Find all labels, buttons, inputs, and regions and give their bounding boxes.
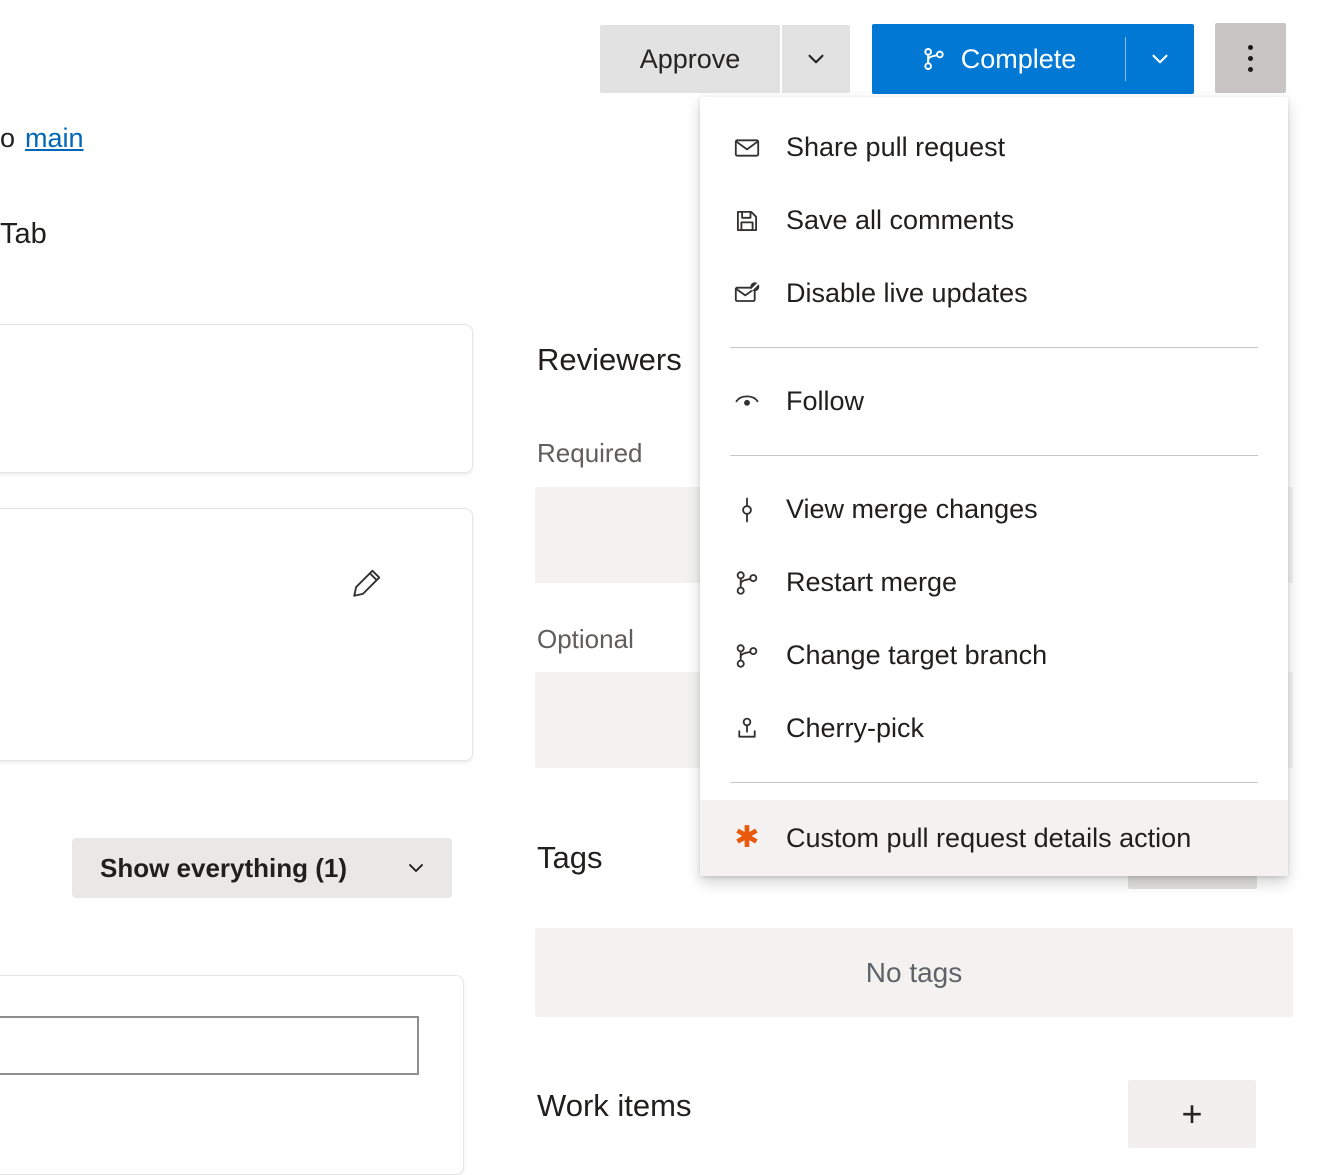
menu-item-label: Change target branch (786, 640, 1047, 671)
menu-item-restart-merge[interactable]: Restart merge (700, 546, 1288, 619)
edit-button[interactable] (342, 560, 392, 610)
branch-prefix: o (0, 123, 15, 153)
approve-button[interactable]: Approve (600, 25, 780, 93)
branch-icon (732, 568, 762, 598)
menu-item-label: View merge changes (786, 494, 1038, 525)
work-items-title: Work items (537, 1088, 691, 1124)
more-actions-menu: Share pull request Save all comments Dis… (700, 97, 1288, 876)
menu-item-cherry-pick[interactable]: Cherry-pick (700, 692, 1288, 765)
menu-item-save-all-comments[interactable]: Save all comments (700, 184, 1288, 257)
menu-item-label: Save all comments (786, 205, 1014, 236)
show-everything-label: Show everything (1) (100, 853, 347, 884)
asterisk-icon: ✱ (732, 823, 762, 853)
description-card (0, 324, 473, 473)
comment-card (0, 975, 464, 1175)
branch-icon (732, 641, 762, 671)
menu-divider (730, 455, 1258, 456)
menu-item-follow[interactable]: Follow (700, 365, 1288, 438)
menu-item-change-target-branch[interactable]: Change target branch (700, 619, 1288, 692)
show-everything-dropdown[interactable]: Show everything (1) (72, 838, 452, 898)
comment-input[interactable] (0, 1016, 419, 1075)
no-tags-box: No tags (535, 928, 1293, 1017)
menu-item-label: Follow (786, 386, 864, 417)
tags-title: Tags (537, 840, 602, 876)
plus-icon: + (1181, 1093, 1202, 1135)
details-card (0, 508, 473, 761)
branch-link[interactable]: main (25, 123, 84, 153)
more-actions-button[interactable] (1215, 23, 1286, 93)
menu-item-share-pull-request[interactable]: Share pull request (700, 111, 1288, 184)
add-work-item-button[interactable]: + (1128, 1080, 1256, 1148)
no-tags-label: No tags (866, 957, 963, 989)
complete-options-button[interactable] (1126, 24, 1194, 94)
menu-divider (730, 347, 1258, 348)
reviewers-title: Reviewers (537, 342, 682, 378)
menu-item-label: Share pull request (786, 132, 1005, 163)
menu-item-label: Cherry-pick (786, 713, 924, 744)
tab-label: Tab (0, 218, 47, 251)
target-branch-line: omain (0, 123, 84, 154)
branch-icon (921, 46, 947, 72)
menu-item-label: Disable live updates (786, 278, 1028, 309)
mail-icon (732, 133, 762, 163)
save-icon (732, 206, 762, 236)
menu-item-label: Custom pull request details action (786, 823, 1191, 854)
menu-item-custom-pull-request-details-action[interactable]: ✱ Custom pull request details action (700, 800, 1288, 876)
commit-icon (732, 495, 762, 525)
chevron-down-icon (404, 856, 428, 880)
required-reviewers-label: Required (537, 438, 643, 469)
kebab-icon (1248, 45, 1253, 50)
cherry-pick-icon (732, 714, 762, 744)
complete-button[interactable]: Complete (872, 24, 1125, 94)
menu-divider (730, 782, 1258, 783)
chevron-down-icon (803, 46, 829, 72)
complete-split-button: Complete (872, 24, 1194, 94)
menu-item-disable-live-updates[interactable]: Disable live updates (700, 257, 1288, 330)
follow-eye-icon (732, 387, 762, 417)
approve-options-button[interactable] (782, 25, 850, 93)
menu-item-label: Restart merge (786, 567, 957, 598)
chevron-down-icon (1147, 46, 1173, 72)
optional-reviewers-label: Optional (537, 624, 634, 655)
pencil-icon (350, 566, 384, 605)
complete-button-label: Complete (961, 44, 1077, 75)
approve-button-label: Approve (640, 44, 741, 75)
menu-item-view-merge-changes[interactable]: View merge changes (700, 473, 1288, 546)
mail-paused-icon (732, 279, 762, 309)
